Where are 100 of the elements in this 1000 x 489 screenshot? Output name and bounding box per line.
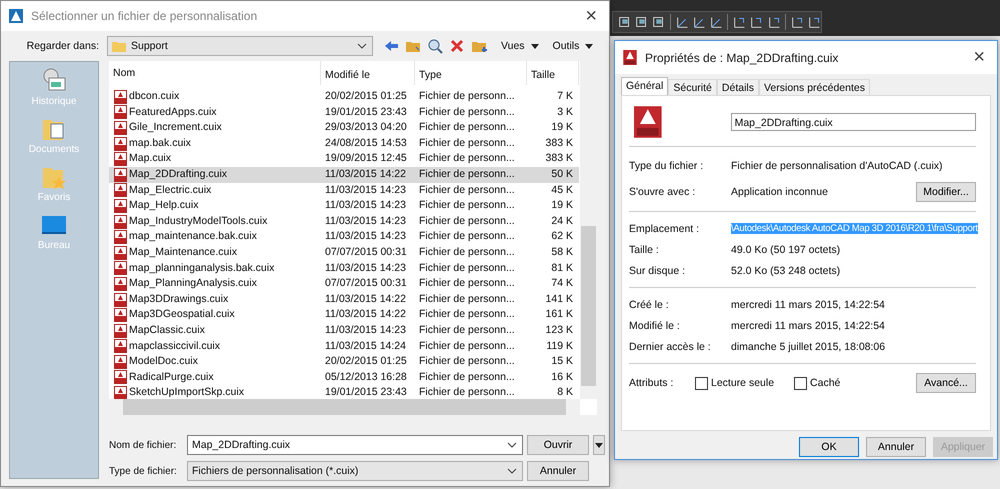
file-name: Map_PlanningAnalysis.cuix xyxy=(129,276,257,292)
file-name-field[interactable]: Map_2DDrafting.cuix xyxy=(187,435,523,455)
delete-icon[interactable] xyxy=(449,38,465,54)
file-row[interactable]: dbcon.cuix 20/02/2015 01:25 Fichier de personn... 7 K xyxy=(109,89,579,105)
file-row[interactable]: RadicalPurge.cuix 05/12/2013 16:28 Fichier de personn... 16 K xyxy=(109,370,579,386)
file-row[interactable]: Map_2DDrafting.cuix 11/03/2015 14:22 Fichier de personn... 50 K xyxy=(109,166,579,183)
caret-icon xyxy=(595,442,603,448)
table-cell-text: 81 K xyxy=(550,260,574,276)
back-arrow-icon[interactable] xyxy=(383,38,399,54)
file-name: Map_Maintenance.cuix xyxy=(129,244,237,260)
tab[interactable]: Versions précédentes xyxy=(759,79,870,95)
tab[interactable]: Général xyxy=(621,77,668,95)
file-name: MapClassic.cuix xyxy=(129,322,205,338)
cancel-button[interactable]: Annuler xyxy=(527,461,589,481)
field-value: 49.0 Ko (50 197 octets) xyxy=(731,244,842,256)
ok-button[interactable]: OK xyxy=(799,437,859,457)
file-row[interactable]: Map_IndustryModelTools.cuix 11/03/2015 14:23 Fichier de personn... 24 K xyxy=(109,214,579,230)
horizontal-scrollbar[interactable] xyxy=(109,399,580,415)
table-cell-text: Fichier de personn... xyxy=(418,292,516,307)
table-cell-text: 11/03/2015 14:23 xyxy=(324,260,407,276)
table-cell-text: 3 K xyxy=(556,104,574,120)
file-row[interactable]: Map3DDrawings.cuix 11/03/2015 14:22 Fichier de personn... 141 K xyxy=(109,292,579,308)
file-row[interactable]: Map_Help.cuix 11/03/2015 14:23 Fichier de personn... 19 K xyxy=(109,198,579,214)
column-header[interactable]: Taille xyxy=(527,61,579,85)
file-icon xyxy=(114,386,127,400)
table-cell-text: 20/02/2015 01:25 xyxy=(324,354,408,370)
file-name: map_maintenance.bak.cuix xyxy=(129,229,257,244)
axis-icon[interactable] xyxy=(651,14,666,30)
close-button[interactable]: × xyxy=(969,46,989,69)
change-button[interactable]: Modifier... xyxy=(916,182,976,202)
file-name: ModelDoc.cuix xyxy=(129,354,198,370)
file-name: mapclassiccivil.cuix xyxy=(129,338,220,354)
file-row[interactable]: Map_Maintenance.cuix 07/07/2015 00:31 Fichier de personn... 58 K xyxy=(109,244,579,261)
file-type-dropdown[interactable]: Fichiers de personnalisation (*.cuix) xyxy=(187,461,523,481)
tools-menu[interactable]: Outils xyxy=(552,40,580,52)
field-label: Type du fichier : xyxy=(629,160,704,172)
field-label: Regarder dans: xyxy=(26,40,100,52)
tab[interactable]: Détails xyxy=(716,79,759,95)
table-cell-text: Fichier de personn... xyxy=(418,151,516,166)
file-name: dbcon.cuix xyxy=(129,89,180,104)
table-cell-text: 11/03/2015 14:23 xyxy=(324,182,407,198)
field-label: Type de fichier: xyxy=(109,466,178,476)
table-cell-text: 19 K xyxy=(550,120,574,136)
file-type-icon xyxy=(634,106,662,138)
cancel-button[interactable]: Annuler xyxy=(866,437,926,457)
axis-icon[interactable] xyxy=(617,14,632,30)
tab[interactable]: Sécurité xyxy=(668,79,717,95)
column-header[interactable]: Nom xyxy=(109,61,321,85)
file-row[interactable]: ModelDoc.cuix 20/02/2015 01:25 Fichier de personn... 15 K xyxy=(109,354,579,370)
file-row[interactable]: map.bak.cuix 24/08/2015 14:53 Fichier de personn... 383 K xyxy=(109,136,579,152)
field-label: Nom de fichier: xyxy=(109,440,178,450)
table-cell-text: 19 K xyxy=(550,198,574,214)
column-header[interactable]: Type xyxy=(415,61,527,85)
chevron-down-icon xyxy=(506,466,518,476)
checkbox[interactable] xyxy=(695,376,708,390)
close-button[interactable]: × xyxy=(581,4,601,28)
file-icon xyxy=(114,370,127,384)
file-row[interactable]: mapclassiccivil.cuix 11/03/2015 14:24 Fichier de personn... 119 K xyxy=(109,338,579,354)
look-in-dropdown[interactable]: Support xyxy=(107,36,373,56)
file-icon xyxy=(114,246,127,260)
file-row[interactable]: FeaturedApps.cuix 19/01/2015 23:43 Fichier de personn... 3 K xyxy=(109,104,579,120)
table-cell-text: 11/03/2015 14:23 xyxy=(324,322,407,338)
file-row[interactable]: Map.cuix 19/09/2015 12:45 Fichier de personn... 383 K xyxy=(109,151,579,167)
file-name: SketchUpImportSkp.cuix xyxy=(129,385,244,400)
table-cell-text: 141 K xyxy=(544,292,574,307)
window-title: Sélectionner un fichier de personnalisation xyxy=(31,9,258,23)
table-cell-text: 123 K xyxy=(544,322,574,338)
file-name-field[interactable]: Map_2DDrafting.cuix xyxy=(730,113,976,131)
file-row[interactable]: Gile_Increment.cuix 29/03/2013 04:20 Fichier de personn... 19 K xyxy=(109,120,579,136)
views-menu[interactable]: Vues xyxy=(501,40,525,52)
table-cell-text: 11/03/2015 14:23 xyxy=(324,198,407,214)
table-cell-text: Fichier de personn... xyxy=(418,136,516,151)
file-icon xyxy=(114,152,127,166)
file-row[interactable]: Map_PlanningAnalysis.cuix 07/07/2015 00:31 Fichier de personn... 74 K xyxy=(109,276,579,292)
table-cell-text: 11/03/2015 14:24 xyxy=(324,338,407,354)
file-icon xyxy=(114,168,127,182)
file-row[interactable]: map_maintenance.bak.cuix 11/03/2015 14:23 Fichier de personn... 62 K xyxy=(109,229,579,245)
file-type-icon xyxy=(623,50,637,65)
table-cell-text: Fichier de personn... xyxy=(418,214,516,229)
field-label: Sur disque : xyxy=(629,264,686,276)
file-icon xyxy=(114,276,127,291)
split-dropdown-button[interactable] xyxy=(593,435,605,455)
file-icon xyxy=(114,90,127,104)
field-value: mercredi 11 mars 2015, 14:22:54 xyxy=(731,320,886,332)
caret-icon xyxy=(530,44,539,48)
checkbox[interactable] xyxy=(794,376,808,390)
advanced-button[interactable]: Avancé... xyxy=(916,373,976,393)
table-cell-text: 07/07/2015 00:31 xyxy=(324,244,408,260)
table-cell-text: 11/03/2015 14:23 xyxy=(324,214,407,229)
file-row[interactable]: MapClassic.cuix 11/03/2015 14:23 Fichier de personn... 123 K xyxy=(109,322,579,338)
file-name: Map3DDrawings.cuix xyxy=(129,292,228,307)
axis-icon[interactable] xyxy=(634,14,648,30)
file-row[interactable]: map_planninganalysis.bak.cuix 11/03/2015 14:23 Fichier de personn... 81 K xyxy=(109,260,579,276)
file-row[interactable]: Map3DGeospatial.cuix 11/03/2015 14:22 Fichier de personn... 161 K xyxy=(109,307,579,323)
column-header[interactable]: Modifié le xyxy=(321,61,415,85)
file-row[interactable]: Map_Electric.cuix 11/03/2015 14:23 Fichier de personn... 45 K xyxy=(109,182,579,198)
open-button[interactable]: Ouvrir xyxy=(527,435,589,455)
file-name: Map.cuix xyxy=(129,151,172,166)
search-icon[interactable] xyxy=(427,38,443,54)
table-cell-text: Fichier de personn... xyxy=(418,260,516,276)
